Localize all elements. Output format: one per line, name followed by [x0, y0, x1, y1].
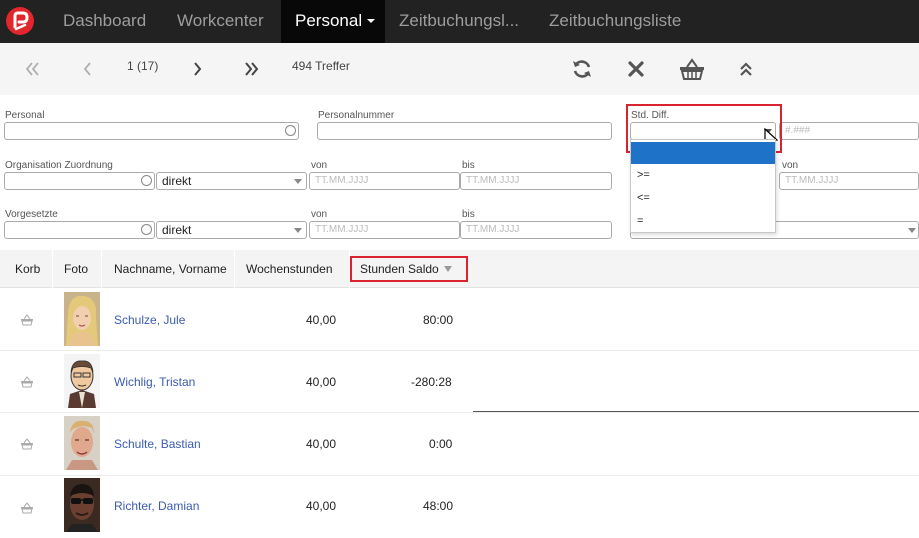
wochenstunden-value: 40,00 [306, 313, 337, 327]
org-bis-label: bis [462, 160, 475, 171]
std-diff-value-input[interactable]: #.### [779, 122, 919, 140]
personal-label: Personal [5, 110, 45, 121]
wochenstunden-value: 40,00 [306, 499, 337, 513]
vorg-von-label: von [311, 209, 328, 220]
org-von-label: von [311, 160, 328, 171]
std-diff-option-eq[interactable]: = [631, 210, 775, 232]
avatar [64, 478, 100, 532]
vorgesetzte-label: Vorgesetzte [5, 209, 58, 220]
personalnummer-input[interactable] [317, 122, 612, 140]
std-diff-option-gte[interactable]: >= [631, 164, 775, 186]
vorg-bis-label: bis [462, 209, 475, 220]
std-diff-option-lte[interactable]: <= [631, 187, 775, 209]
org-input[interactable] [4, 172, 155, 190]
column-divider [101, 250, 102, 288]
table-row[interactable]: Schulte, Bastian 40,00 0:00 [0, 413, 919, 475]
personalnummer-label: Personalnummer [318, 110, 395, 121]
basket-icon[interactable] [678, 57, 706, 81]
wochenstunden-value: 40,00 [306, 437, 337, 451]
wochenstunden-value: 40,00 [306, 375, 337, 389]
column-header-wochenstunden[interactable]: Wochenstunden [246, 250, 333, 288]
top-navbar: Dashboard Workcenter Personal Zeitbuchun… [0, 0, 919, 43]
table-row[interactable]: Richter, Damian 40,00 48:00 [0, 476, 919, 538]
nav-dashboard[interactable]: Dashboard [48, 0, 162, 43]
stunden-saldo-value: 0:00 [429, 437, 453, 451]
previous-page-icon[interactable] [76, 57, 100, 81]
stunden-saldo-value: -280:28 [411, 375, 452, 389]
right-von-label: von [782, 160, 799, 171]
employee-name-link[interactable]: Wichlig, Tristan [114, 375, 195, 389]
add-to-basket-icon[interactable] [20, 376, 34, 388]
org-label: Organisation Zuordnung [5, 160, 113, 171]
chevron-down-icon [294, 228, 302, 233]
stunden-saldo-value: 48:00 [423, 499, 454, 513]
lookup-circle-icon[interactable] [141, 175, 152, 186]
org-bis-input[interactable]: TT.MM.JJJJ [460, 172, 612, 190]
page-indicator: 1 (17) [127, 59, 159, 73]
chevron-down-icon [908, 228, 916, 233]
refresh-icon[interactable] [570, 57, 594, 81]
nav-personal[interactable]: Personal [281, 0, 385, 43]
nav-zeitbuchungsliste[interactable]: Zeitbuchungsliste [534, 0, 694, 43]
std-diff-dropdown-list: >= <= = [630, 139, 776, 233]
last-page-icon[interactable] [240, 57, 264, 81]
employee-name-link[interactable]: Richter, Damian [114, 499, 199, 513]
add-to-basket-icon[interactable] [20, 438, 34, 450]
nav-zeitbuchungsl[interactable]: Zeitbuchungsl... [385, 0, 534, 43]
org-mode-select[interactable]: direkt [156, 172, 307, 190]
column-divider [234, 250, 235, 288]
avatar [64, 292, 100, 346]
collapse-up-icon[interactable] [734, 57, 758, 81]
table-row[interactable]: Wichlig, Tristan 40,00 -280:28 [0, 351, 919, 413]
stunden-saldo-value: 80:00 [423, 313, 454, 327]
std-diff-option-empty[interactable] [631, 142, 775, 164]
employee-name-link[interactable]: Schulte, Bastian [114, 437, 201, 451]
vorg-bis-input[interactable]: TT.MM.JJJJ [460, 221, 612, 239]
vorg-von-input[interactable]: TT.MM.JJJJ [309, 221, 460, 239]
next-page-icon[interactable] [186, 57, 210, 81]
app-logo-icon[interactable] [6, 7, 34, 35]
lookup-circle-icon[interactable] [141, 224, 152, 235]
column-header-name[interactable]: Nachname, Vorname [114, 250, 227, 288]
column-divider [52, 250, 53, 288]
chevron-down-icon [294, 179, 302, 184]
nav-workcenter[interactable]: Workcenter [162, 0, 281, 43]
list-toolbar: 1 (17) 494 Treffer [0, 43, 919, 95]
add-to-basket-icon[interactable] [20, 314, 34, 326]
highlight-stunden-saldo [350, 256, 468, 282]
clear-filter-icon[interactable] [624, 57, 648, 81]
avatar [64, 354, 100, 408]
row-divider-dark [473, 411, 919, 412]
vorgesetzte-input[interactable] [4, 221, 155, 239]
first-page-icon[interactable] [20, 57, 44, 81]
column-header-korb[interactable]: Korb [15, 250, 40, 288]
caret-down-icon [367, 18, 376, 23]
right-von-input[interactable]: TT.MM.JJJJ [779, 172, 919, 190]
hit-count: 494 Treffer [292, 59, 350, 73]
column-header-foto[interactable]: Foto [64, 250, 88, 288]
personal-input[interactable] [4, 122, 299, 140]
lookup-circle-icon[interactable] [285, 125, 296, 136]
vorg-mode-select[interactable]: direkt [156, 221, 307, 239]
employee-name-link[interactable]: Schulze, Jule [114, 313, 185, 327]
avatar [64, 416, 100, 470]
org-von-input[interactable]: TT.MM.JJJJ [309, 172, 460, 190]
add-to-basket-icon[interactable] [20, 502, 34, 514]
table-row[interactable]: Schulze, Jule 40,00 80:00 [0, 288, 919, 350]
